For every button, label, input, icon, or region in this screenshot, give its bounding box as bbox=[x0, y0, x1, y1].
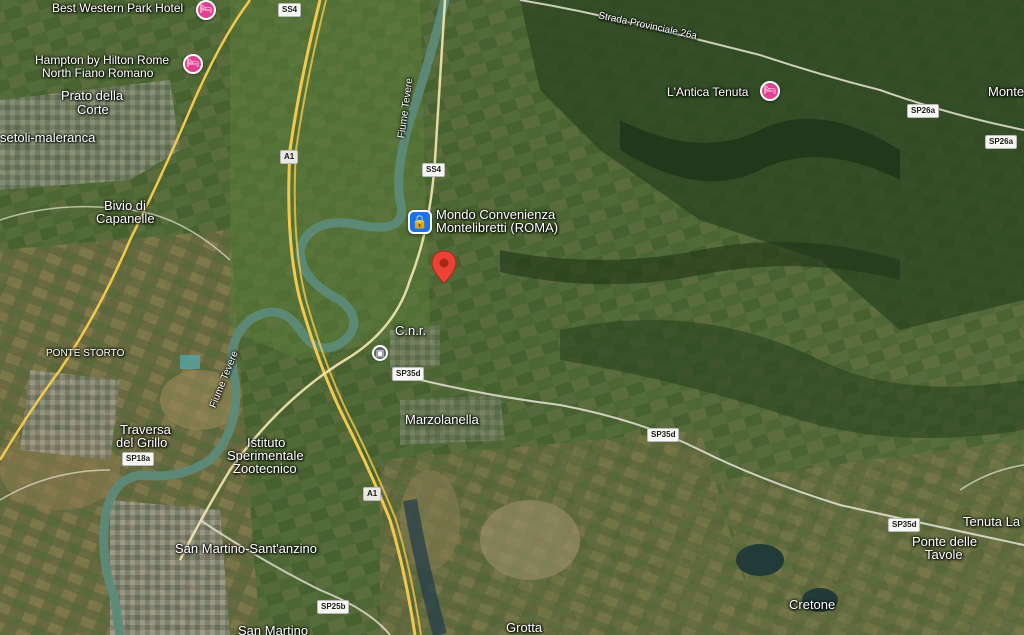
road-shield-ss4-mid: SS4 bbox=[422, 163, 446, 177]
place-label-monte: Monte bbox=[988, 84, 1024, 99]
satellite-imagery bbox=[0, 0, 1024, 635]
place-label-grotta: Grotta bbox=[506, 620, 543, 635]
place-label-hampton-2[interactable]: North Fiano Romano bbox=[42, 67, 153, 80]
bed-icon: 🛏 bbox=[186, 58, 200, 69]
road-shield-sp35d-3: SP35d bbox=[888, 518, 921, 532]
hotel-marker-hampton[interactable]: 🛏 bbox=[183, 54, 203, 74]
place-label-tenuta-la: Tenuta La S bbox=[963, 514, 1024, 529]
place-label-prato-2: Corte bbox=[77, 102, 109, 117]
hotel-marker-best-western[interactable]: 🛏 bbox=[196, 0, 216, 20]
train-station-marker[interactable]: ▣ bbox=[372, 345, 388, 361]
place-label-marzolanella: Marzolanella bbox=[405, 412, 479, 427]
road-shield-sp35d-2: SP35d bbox=[647, 428, 680, 442]
bed-icon: 🛏 bbox=[763, 85, 777, 96]
road-shield-sp26a-2: SP26a bbox=[985, 135, 1018, 149]
satellite-map[interactable]: 🛏 🛏 🛏 🔒 ▣ Best Western Park Hotel Hampto… bbox=[0, 0, 1024, 635]
place-label-mondo-2[interactable]: Montelibretti (ROMA) bbox=[436, 221, 558, 235]
place-label-cretone: Cretone bbox=[789, 597, 836, 612]
place-label-antica-tenuta[interactable]: L'Antica Tenuta bbox=[667, 86, 748, 99]
place-label-istituto-3: Zootecnico bbox=[233, 461, 297, 476]
place-label-bivio-2: Capanelle bbox=[96, 211, 155, 226]
road-shield-a1-south: A1 bbox=[363, 487, 382, 501]
place-label-prato-1: Prato della bbox=[61, 88, 124, 103]
place-label-san-martino-santanzino: San Martino-Sant'anzino bbox=[175, 541, 317, 556]
road-shield-sp18a: SP18a bbox=[122, 452, 155, 466]
road-shield-sp35d-1: SP35d bbox=[392, 367, 425, 381]
place-label-best-western[interactable]: Best Western Park Hotel bbox=[52, 2, 183, 15]
shopping-bag-icon: 🔒 bbox=[411, 214, 429, 229]
place-label-cnr: C.n.r. bbox=[395, 323, 427, 338]
train-icon: ▣ bbox=[375, 348, 385, 358]
bed-icon: 🛏 bbox=[199, 4, 213, 15]
place-label-ponte-tavole-2: Tavole bbox=[925, 547, 963, 562]
road-shield-sp26a-1: SP26a bbox=[907, 104, 940, 118]
road-shield-a1-north: A1 bbox=[280, 150, 299, 164]
road-shield-ss4-top: SS4 bbox=[278, 3, 302, 17]
place-label-traversa-2: del Grillo bbox=[116, 435, 168, 450]
road-shield-sp25b: SP25b bbox=[317, 600, 350, 614]
place-label-ponte-storto: PONTE STORTO bbox=[46, 348, 125, 359]
location-pin-icon[interactable] bbox=[431, 250, 457, 284]
hotel-marker-antica-tenuta[interactable]: 🛏 bbox=[760, 81, 780, 101]
store-marker-mondo-convenienza[interactable]: 🔒 bbox=[408, 210, 432, 234]
place-label-setoli: setoli-maleranca bbox=[0, 130, 96, 145]
place-label-san-martino: San Martino bbox=[238, 623, 309, 635]
